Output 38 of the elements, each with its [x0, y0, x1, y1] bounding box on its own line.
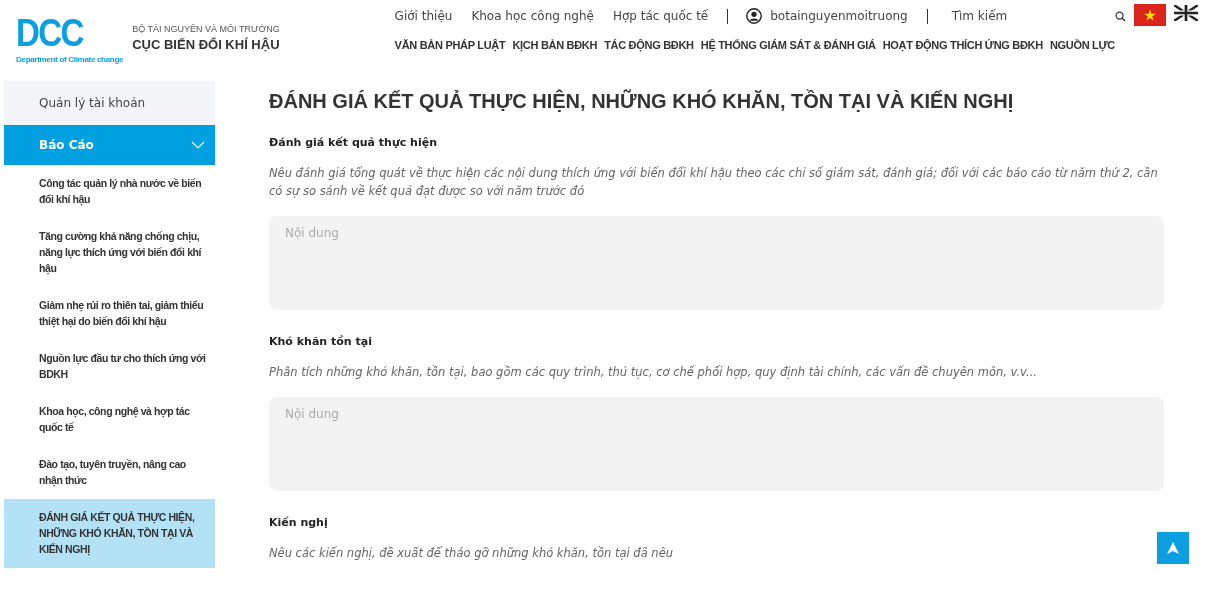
page-title: ĐÁNH GIÁ KẾT QUẢ THỰC HIỆN, NHỮNG KHÓ KHĂN, TỒN TẠI VÀ KIẾN NGHỊ: [269, 89, 1015, 113]
field-label: Khó khăn tồn tại: [269, 335, 373, 348]
main-nav-link[interactable]: HOẠT ĐỘNG THÍCH ỨNG BĐKH: [882, 39, 1043, 51]
main-nav-link[interactable]: TÁC ĐỘNG BĐKH: [604, 39, 694, 51]
top-link[interactable]: Giới thiệu: [394, 9, 453, 23]
sidebar-item[interactable]: Đào tạo, tuyên truyền, nâng cao nhận thức: [4, 446, 215, 499]
account-menu-item[interactable]: Quản lý tài khoản: [4, 81, 215, 125]
user-icon[interactable]: [746, 8, 763, 24]
sidebar-item[interactable]: Công tác quản lý nhà nước về biến đổi khí hậu: [4, 165, 215, 218]
content-field[interactable]: Nội dung: [269, 216, 1164, 310]
search-icon[interactable]: [1115, 11, 1126, 22]
chevron-icon: [191, 141, 205, 149]
ministry-name: BỘ TÀI NGUYÊN VÀ MÔI TRƯỜNG: [132, 24, 280, 34]
logo-tagline: Department of Climate change: [16, 55, 124, 64]
field-hint: Nêu đánh giá tổng quát về thực hiện các nội dung thích ứng với biến đổi khí hậu theo các chỉ số giám sát, đánh giá; đối với các báo cáo từ năm thứ 2, cần có sự so sánh về kết quả đạt được so với năm trước đó: [269, 165, 1159, 200]
uk-flag-icon[interactable]: [1174, 5, 1198, 21]
content-field[interactable]: Nội dung: [269, 397, 1164, 491]
field-label: Kiến nghị: [269, 516, 329, 529]
agency-name: CỤC BIẾN ĐỔI KHÍ HẬU: [132, 37, 280, 52]
sidebar-item[interactable]: Khoa học, công nghệ và hợp tác quốc tế: [4, 393, 215, 446]
main-nav-link[interactable]: HỆ THỐNG GIÁM SÁT & ĐÁNH GIÁ: [700, 39, 876, 51]
arrow-up-icon: [1166, 541, 1180, 555]
field-label: Đánh giá kết quả thực hiện: [269, 136, 438, 149]
top-link[interactable]: Khoa học công nghệ: [471, 9, 594, 23]
user-link[interactable]: botainguyenmoitruong: [770, 9, 908, 23]
main-nav-link[interactable]: KỊCH BẢN BĐKH: [512, 39, 598, 51]
sidebar-item[interactable]: Giảm nhẹ rủi ro thiên tai, giảm thiểu thiệt hại do biến đổi khí hậu: [4, 287, 215, 340]
search-link[interactable]: Tìm kiếm: [951, 9, 1008, 23]
vietnam-flag-icon[interactable]: [1135, 5, 1165, 25]
sidebar-item[interactable]: Tăng cường khả năng chống chịu, năng lực thích ứng với biến đổi khí hậu: [4, 218, 215, 287]
back-to-top-button[interactable]: [1157, 532, 1189, 564]
field-hint: Phân tích những khó khăn, tồn tại, bao gồm các quy trình, thủ tục, cơ chế phối hợp, quy định tài chính, các vấn đề chuyên môn, v.v...: [269, 364, 1038, 381]
main-nav-link[interactable]: NGUỒN LỰC: [1049, 39, 1115, 51]
top-link[interactable]: Hợp tác quốc tế: [612, 9, 709, 23]
field-hint: Nêu các kiến nghị, đề xuất để tháo gỡ những khó khăn, tồn tại đã nêu: [269, 545, 675, 562]
main-nav-link[interactable]: VĂN BẢN PHÁP LUẬT: [394, 39, 506, 51]
sidebar-item[interactable]: ĐÁNH GIÁ KẾT QUẢ THỰC HIỆN, NHỮNG KHÓ KHĂN, TỒN TẠI VÀ KIẾN NGHỊ: [4, 499, 215, 568]
sidebar-item[interactable]: Nguồn lực đầu tư cho thích ứng với BDKH: [4, 340, 215, 393]
